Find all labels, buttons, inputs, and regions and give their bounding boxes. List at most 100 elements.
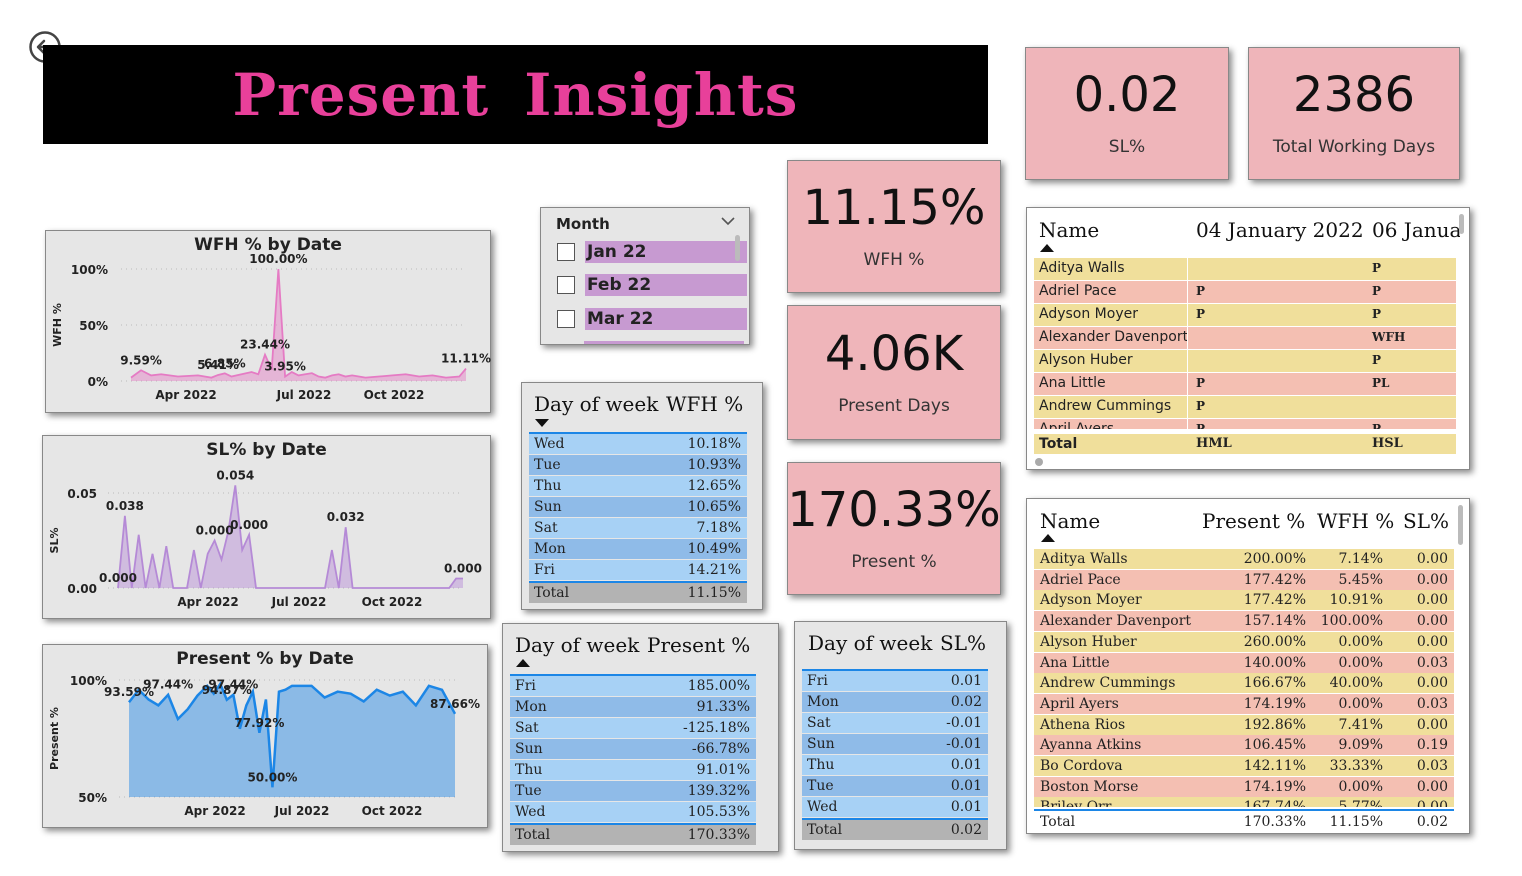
table-row[interactable]: Ana Little P PL bbox=[1034, 373, 1456, 395]
col-header-date1[interactable]: 04 January 2022 bbox=[1196, 218, 1364, 242]
y-tick-label: 0.00 bbox=[67, 582, 97, 596]
status-cell: WFH bbox=[1372, 330, 1406, 344]
chevron-down-icon[interactable] bbox=[721, 214, 735, 230]
slicer-item-label: Jan 22 bbox=[585, 241, 747, 263]
status-cell: P bbox=[1196, 399, 1206, 413]
sort-asc-icon[interactable] bbox=[516, 659, 530, 667]
table-row[interactable]: Sat 7.18% bbox=[529, 518, 747, 538]
slicer-item[interactable]: Feb 22 bbox=[557, 273, 747, 297]
table-row[interactable]: Adyson Moyer P P bbox=[1034, 304, 1456, 326]
table-row[interactable]: Thu 91.01% bbox=[510, 760, 756, 780]
sort-asc-icon[interactable] bbox=[1041, 534, 1055, 542]
kpi-value: 2386 bbox=[1292, 66, 1416, 123]
name-cell: Adyson Moyer bbox=[1039, 306, 1138, 322]
table-row[interactable]: Thu 0.01 bbox=[802, 755, 988, 775]
table-row[interactable]: Alyson Huber 260.00% 0.00% 0.00 bbox=[1034, 631, 1454, 652]
day-cell: Sat bbox=[515, 720, 539, 736]
value-cell: 0.02 bbox=[950, 694, 982, 710]
x-tick-label: Oct 2022 bbox=[362, 804, 423, 818]
checkbox[interactable] bbox=[557, 310, 575, 328]
table-row[interactable]: Andrew Cummings 166.67% 40.00% 0.00 bbox=[1034, 673, 1454, 694]
col-header-day[interactable]: Day of week bbox=[515, 633, 639, 657]
slicer-item[interactable]: Mar 22 bbox=[557, 307, 747, 331]
data-label: 50.00% bbox=[247, 770, 297, 784]
table-row[interactable]: Adyson Moyer 177.42% 10.91% 0.00 bbox=[1034, 590, 1454, 611]
y-tick-label: 0.05 bbox=[67, 487, 97, 501]
col-header-present[interactable]: Present % bbox=[1202, 509, 1305, 533]
table-row[interactable]: Aditya Walls P bbox=[1034, 258, 1456, 280]
table-row[interactable]: Tue 139.32% bbox=[510, 781, 756, 801]
table-row[interactable]: Tue 0.01 bbox=[802, 776, 988, 796]
wfh-cell: 0.00% bbox=[1338, 654, 1383, 671]
slicer-item[interactable]: Jan 22 bbox=[557, 240, 747, 264]
table-row[interactable]: Tue 10.93% bbox=[529, 455, 747, 475]
table-row[interactable]: Fri 0.01 bbox=[802, 671, 988, 691]
wfh-chart-svg: 100% 50% 0% Apr 2022 Jul 2022 Oct 2022 WFH % 9.… bbox=[51, 252, 491, 402]
table-row[interactable]: Athena Rios 192.86% 7.41% 0.00 bbox=[1034, 714, 1454, 735]
day-cell: Tue bbox=[534, 457, 561, 473]
table-row[interactable]: Alexander Davenport 157.14% 100.00% 0.00 bbox=[1034, 611, 1454, 632]
table-row[interactable]: Wed 105.53% bbox=[510, 802, 756, 822]
table-row[interactable]: Adriel Pace 177.42% 5.45% 0.00 bbox=[1034, 569, 1454, 590]
table-row[interactable]: Mon 0.02 bbox=[802, 692, 988, 712]
x-tick-label: Apr 2022 bbox=[155, 388, 216, 402]
horizontal-scrollbar[interactable] bbox=[1035, 458, 1043, 466]
sort-desc-icon[interactable] bbox=[535, 419, 549, 427]
chart-title: WFH % by Date bbox=[194, 235, 342, 255]
day-cell: Sat bbox=[534, 520, 558, 536]
sort-asc-icon[interactable] bbox=[1040, 244, 1054, 252]
col-header-date2[interactable]: 06 Janua bbox=[1372, 218, 1460, 242]
col-header-name[interactable]: Name bbox=[1039, 218, 1099, 242]
table-row[interactable]: Sun 10.65% bbox=[529, 497, 747, 517]
data-label: 87.66% bbox=[430, 697, 480, 711]
table-row[interactable]: Andrew Cummings P bbox=[1034, 396, 1456, 418]
col-header-wfh[interactable]: WFH % bbox=[666, 392, 743, 416]
table-row[interactable]: Fri 185.00% bbox=[510, 676, 756, 696]
table-row[interactable]: Bo Cordova 142.11% 33.33% 0.03 bbox=[1034, 756, 1454, 776]
table-row[interactable]: Sat -0.01 bbox=[802, 713, 988, 733]
checkbox[interactable] bbox=[557, 243, 575, 261]
table-row[interactable]: Ayanna Atkins 106.45% 9.09% 0.19 bbox=[1034, 735, 1454, 756]
table-row[interactable]: Alyson Huber P bbox=[1034, 350, 1456, 372]
col-header-present[interactable]: Present % bbox=[647, 633, 750, 657]
day-cell: Wed bbox=[807, 799, 838, 815]
table-row[interactable]: Aditya Walls 200.00% 7.14% 0.00 bbox=[1034, 549, 1454, 569]
col-header-day[interactable]: Day of week bbox=[534, 392, 658, 416]
present-cell: 166.67% bbox=[1243, 675, 1306, 692]
table-row[interactable]: Boston Morse 174.19% 0.00% 0.00 bbox=[1034, 776, 1454, 797]
table-row[interactable]: Sun -0.01 bbox=[802, 734, 988, 754]
col-header-sl[interactable]: SL% bbox=[1403, 509, 1449, 533]
table-row[interactable]: Mon 91.33% bbox=[510, 697, 756, 717]
sl-cell: 0.03 bbox=[1416, 654, 1448, 671]
chart-title: SL% by Date bbox=[206, 440, 327, 460]
table-row[interactable]: Alexander Davenport WFH bbox=[1034, 327, 1456, 349]
y-tick-label: 50% bbox=[78, 791, 107, 805]
table-row[interactable]: Mon 10.49% bbox=[529, 539, 747, 559]
vertical-scrollbar[interactable] bbox=[1458, 505, 1463, 545]
col-header-name[interactable]: Name bbox=[1040, 509, 1100, 533]
table-row[interactable]: Fri 14.21% bbox=[529, 560, 747, 580]
table-row[interactable]: Sat -125.18% bbox=[510, 718, 756, 738]
table-row[interactable]: April Ayers P P bbox=[1034, 419, 1456, 429]
table-row[interactable]: Adriel Pace P P bbox=[1034, 281, 1456, 303]
sl-cell: 0.00 bbox=[1416, 633, 1448, 650]
table-row[interactable]: Wed 10.18% bbox=[529, 434, 747, 454]
data-label: 23.44% bbox=[240, 338, 290, 352]
name-cell: Briley Orr bbox=[1040, 799, 1112, 808]
data-label: 0.000 bbox=[99, 571, 137, 585]
table-row[interactable]: Sun -66.78% bbox=[510, 739, 756, 759]
table-row[interactable]: Ana Little 140.00% 0.00% 0.03 bbox=[1034, 652, 1454, 673]
table-row[interactable]: Wed 0.01 bbox=[802, 797, 988, 817]
data-label: 11.11% bbox=[441, 352, 491, 366]
checkbox[interactable] bbox=[557, 276, 575, 294]
y-tick-label: 100% bbox=[71, 263, 108, 277]
table-row[interactable]: Briley Orr 167.74% 5.77% 0.00 bbox=[1034, 797, 1454, 808]
col-header-sl[interactable]: SL% bbox=[940, 631, 986, 655]
col-header-wfh[interactable]: WFH % bbox=[1317, 509, 1394, 533]
table-row[interactable]: Thu 12.65% bbox=[529, 476, 747, 496]
slicer-scrollbar[interactable] bbox=[735, 235, 740, 261]
vertical-scrollbar[interactable] bbox=[1459, 214, 1464, 234]
table-row[interactable]: April Ayers 174.19% 0.00% 0.03 bbox=[1034, 693, 1454, 714]
col-header-day[interactable]: Day of week bbox=[808, 631, 932, 655]
month-slicer[interactable]: Month Jan 22 Feb 22 Mar 22 bbox=[540, 207, 750, 345]
